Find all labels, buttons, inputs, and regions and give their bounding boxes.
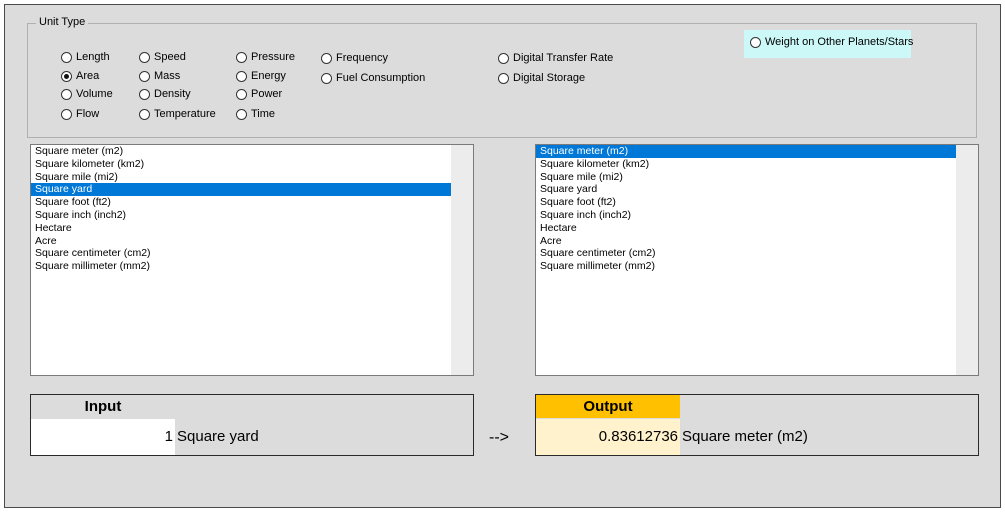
radio-label: Frequency xyxy=(336,52,388,64)
radio-label: Length xyxy=(76,51,110,63)
radio-button-icon xyxy=(750,36,761,48)
output-value-field: 0.83612736 xyxy=(536,419,680,455)
list-item[interactable]: Square foot (ft2) xyxy=(31,196,451,209)
list-item[interactable]: Square meter (m2) xyxy=(31,145,451,158)
radio-pressure[interactable]: Pressure xyxy=(236,51,295,63)
radio-weight-other-planets[interactable]: Weight on Other Planets/Stars xyxy=(750,36,913,48)
list-item[interactable]: Square millimeter (mm2) xyxy=(31,260,451,273)
radio-temperature[interactable]: Temperature xyxy=(139,108,216,120)
radio-fuel-consumption[interactable]: Fuel Consumption xyxy=(321,72,425,84)
radio-button-icon xyxy=(236,51,247,63)
input-value-field[interactable]: 1 xyxy=(31,419,175,455)
radio-button-icon xyxy=(139,51,150,63)
radio-button-icon xyxy=(236,70,247,82)
radio-label: Digital Transfer Rate xyxy=(513,52,614,64)
radio-label: Fuel Consumption xyxy=(336,72,426,84)
output-header: Output xyxy=(536,395,680,418)
radio-flow[interactable]: Flow xyxy=(61,108,99,120)
radio-button-icon xyxy=(61,88,72,100)
radio-volume[interactable]: Volume xyxy=(61,88,113,100)
radio-button-icon xyxy=(321,52,332,64)
list-item[interactable]: Square millimeter (mm2) xyxy=(536,260,956,273)
list-item[interactable]: Square meter (m2) xyxy=(536,145,956,158)
radio-button-icon xyxy=(321,72,332,84)
radio-frequency[interactable]: Frequency xyxy=(321,52,388,64)
radio-button-icon xyxy=(61,108,72,120)
list-item[interactable]: Square mile (mi2) xyxy=(31,171,451,184)
list-item[interactable]: Square foot (ft2) xyxy=(536,196,956,209)
list-item[interactable]: Square centimeter (cm2) xyxy=(536,247,956,260)
list-item[interactable]: Square inch (inch2) xyxy=(536,209,956,222)
list-item[interactable]: Square kilometer (km2) xyxy=(31,158,451,171)
radio-button-icon xyxy=(139,70,150,82)
converter-window: Unit Type Length Area Volume Flow Speed … xyxy=(4,4,1001,508)
radio-label: Energy xyxy=(251,70,286,82)
to-unit-listbox[interactable]: Square meter (m2) Square kilometer (km2) S… xyxy=(535,144,979,376)
from-unit-listbox[interactable]: Square meter (m2) Square kilometer (km2) S… xyxy=(30,144,474,376)
radio-button-icon xyxy=(139,108,150,120)
radio-energy[interactable]: Energy xyxy=(236,70,286,82)
radio-button-icon xyxy=(498,72,509,84)
radio-label: Mass xyxy=(154,70,181,82)
radio-button-icon xyxy=(236,108,247,120)
unit-type-group: Unit Type Length Area Volume Flow Speed … xyxy=(27,16,977,138)
list-item[interactable]: Square yard xyxy=(31,183,451,197)
radio-label: Power xyxy=(251,88,283,100)
radio-density[interactable]: Density xyxy=(139,88,191,100)
radio-mass[interactable]: Mass xyxy=(139,70,180,82)
radio-label: Pressure xyxy=(251,51,296,63)
radio-button-icon xyxy=(139,88,150,100)
list-item[interactable]: Hectare xyxy=(536,222,956,235)
input-unit-label: Square yard xyxy=(177,428,259,445)
list-item[interactable]: Square centimeter (cm2) xyxy=(31,247,451,260)
list-item[interactable]: Acre xyxy=(536,235,956,248)
radio-label: Time xyxy=(251,108,276,120)
output-panel: Output 0.83612736 Square meter (m2) xyxy=(535,394,979,456)
to-list-scrollbar[interactable] xyxy=(956,145,978,375)
from-list-scrollbar[interactable] xyxy=(451,145,473,375)
radio-label: Density xyxy=(154,88,191,100)
list-item[interactable]: Square inch (inch2) xyxy=(31,209,451,222)
radio-button-checked-icon xyxy=(61,70,72,82)
radio-length[interactable]: Length xyxy=(61,51,110,63)
input-header: Input xyxy=(84,398,122,415)
from-list-items: Square meter (m2) Square kilometer (km2) S… xyxy=(31,145,473,273)
input-panel: Input 1 Square yard xyxy=(30,394,474,456)
radio-speed[interactable]: Speed xyxy=(139,51,186,63)
radio-label: Digital Storage xyxy=(513,72,586,84)
radio-label: Weight on Other Planets/Stars xyxy=(765,36,914,48)
radio-button-icon xyxy=(236,88,247,100)
radio-button-icon xyxy=(61,51,72,63)
radio-digital-transfer-rate[interactable]: Digital Transfer Rate xyxy=(498,52,613,64)
radio-label: Area xyxy=(76,70,100,82)
radio-power[interactable]: Power xyxy=(236,88,282,100)
radio-label: Speed xyxy=(154,51,186,63)
list-item[interactable]: Square mile (mi2) xyxy=(536,171,956,184)
radio-digital-storage[interactable]: Digital Storage xyxy=(498,72,585,84)
radio-button-icon xyxy=(498,52,509,64)
list-item[interactable]: Hectare xyxy=(31,222,451,235)
radio-label: Volume xyxy=(76,88,113,100)
conversion-arrow: --> xyxy=(489,429,509,446)
unit-type-label: Unit Type xyxy=(36,16,89,28)
list-item[interactable]: Acre xyxy=(31,235,451,248)
radio-label: Flow xyxy=(76,108,100,120)
list-item[interactable]: Square kilometer (km2) xyxy=(536,158,956,171)
list-item[interactable]: Square yard xyxy=(536,183,956,196)
radio-time[interactable]: Time xyxy=(236,108,275,120)
radio-area[interactable]: Area xyxy=(61,70,99,82)
radio-label: Temperature xyxy=(154,108,216,120)
to-list-items: Square meter (m2) Square kilometer (km2) S… xyxy=(536,145,978,273)
output-unit-label: Square meter (m2) xyxy=(682,428,808,445)
